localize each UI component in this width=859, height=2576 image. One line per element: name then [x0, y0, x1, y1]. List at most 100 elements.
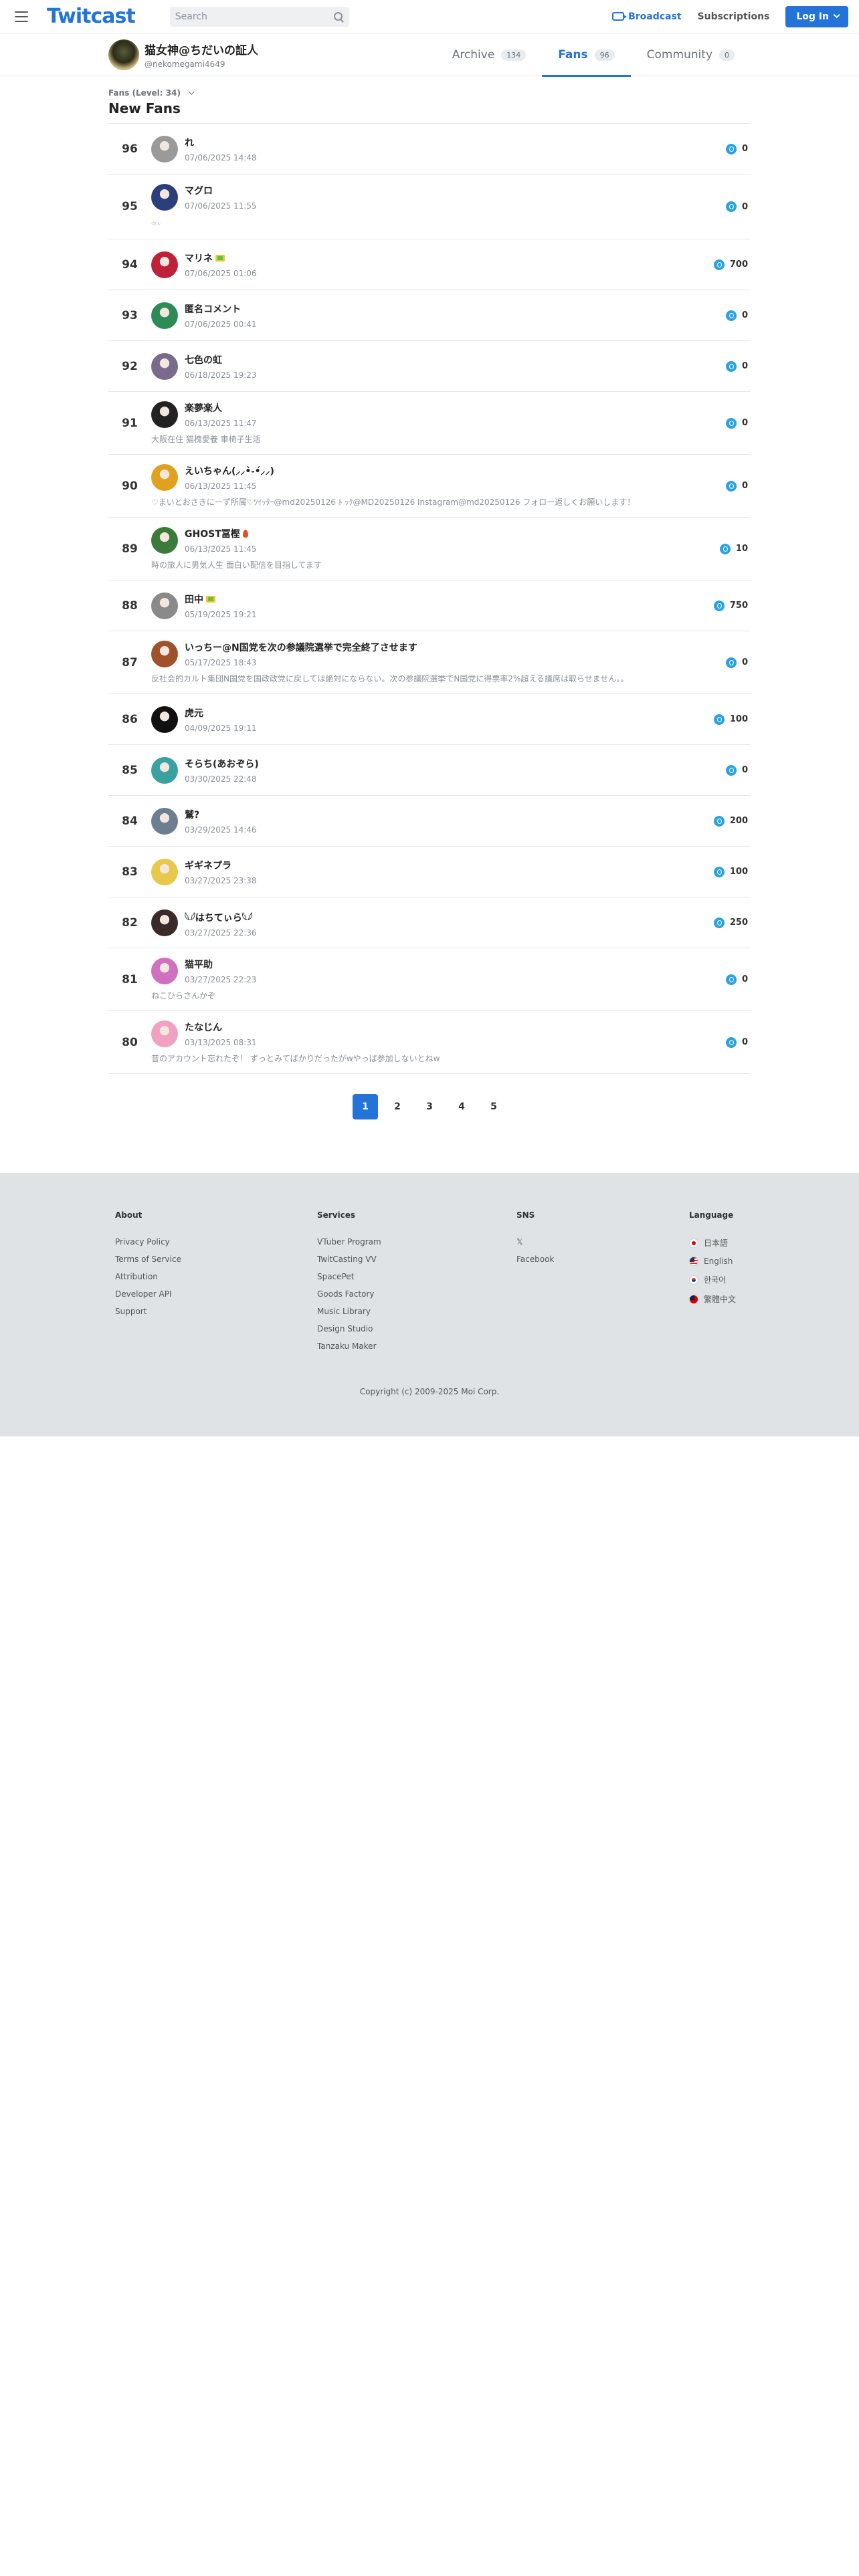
footer-about-link[interactable]: Developer API [115, 1289, 317, 1299]
fan-row: 90 えいちゃん(⸝⸝•̀֊•́⸝⸝) 06/13/2025 11:45 ♡まいとおさ… [108, 455, 751, 518]
footer-sns-link[interactable]: Facebook [516, 1255, 689, 1264]
fan-rank: 94 [122, 257, 138, 272]
language-option[interactable]: 한국어 [689, 1274, 736, 1285]
fan-name-link[interactable]: 匿名コメント [185, 302, 726, 316]
fan-avatar[interactable] [151, 641, 178, 667]
fan-avatar[interactable] [151, 527, 178, 554]
footer-about-link[interactable]: Terms of Service [115, 1255, 317, 1264]
fan-name-link[interactable]: 猫平助 [185, 958, 726, 971]
page-1-button[interactable]: 1 [353, 1094, 378, 1119]
page-4-button[interactable]: 4 [449, 1094, 474, 1119]
fan-avatar[interactable] [151, 251, 178, 278]
footer-about-link[interactable]: Attribution [115, 1272, 317, 1281]
fan-name-link[interactable]: GHOST冨樫 [185, 527, 720, 540]
footer-about-title: About [115, 1210, 142, 1220]
fan-avatar[interactable] [151, 1021, 178, 1047]
fan-row: 95 マグロ 07/06/2025 11:55 𓆛 0 [108, 175, 751, 239]
login-button[interactable]: Log In [785, 5, 848, 27]
user-name[interactable]: 猫女神@ちだいの証人 [145, 41, 258, 58]
hamburger-menu-icon[interactable] [5, 0, 37, 33]
fan-points-value: 0 [741, 201, 748, 212]
fan-name-link[interactable]: れ [185, 136, 726, 149]
fan-row: 93 匿名コメント 07/06/2025 00:41 0 [108, 290, 751, 341]
fan-avatar[interactable] [151, 706, 178, 733]
fan-name-link[interactable]: 𓆩𓆪はちてぃら𓆩𓆪 [185, 908, 714, 924]
tab-archive[interactable]: Archive 134 [436, 33, 543, 76]
fan-date: 07/06/2025 01:06 [185, 268, 257, 278]
language-label: English [704, 1257, 733, 1266]
fan-points: 0 [725, 417, 751, 429]
fan-avatar[interactable] [151, 401, 178, 428]
footer-services-link[interactable]: VTuber Program [317, 1237, 516, 1247]
fan-name-link[interactable]: 虎元 [185, 706, 714, 720]
footer-sns-link[interactable]: 𝕏 [516, 1237, 689, 1247]
footer-about-link[interactable]: Privacy Policy [115, 1237, 317, 1247]
footer-services-link[interactable]: Music Library [317, 1307, 516, 1316]
fan-comment: 昔のアカウント忘れたぞ！ ずっとみてばかりだったがwやっぱ参加しないとねw [151, 1054, 440, 1063]
subscriptions-link[interactable]: Subscriptions [698, 11, 770, 22]
fan-points: 700 [713, 259, 751, 270]
fan-name: 猫平助 [185, 960, 213, 970]
tab-fans[interactable]: Fans 96 [542, 33, 631, 77]
fan-avatar[interactable] [151, 464, 178, 491]
fan-avatar[interactable] [151, 807, 178, 835]
fan-points: 250 [713, 917, 751, 928]
fan-avatar[interactable] [151, 858, 178, 885]
tab-community[interactable]: Community 0 [631, 33, 751, 76]
page-2-button[interactable]: 2 [385, 1094, 410, 1119]
fan-name-link[interactable]: えいちゃん(⸝⸝•̀֊•́⸝⸝) [185, 464, 726, 477]
language-option[interactable]: 繁體中文 [689, 1293, 736, 1305]
footer-services: Services VTuber Program TwitCasting VV Spa… [317, 1210, 516, 1359]
coin-icon [713, 714, 725, 725]
fan-name-link[interactable]: 楽夢楽人 [185, 401, 726, 415]
fan-name-link[interactable]: たなじん [185, 1021, 726, 1034]
fan-name-link[interactable]: そらち(あおぞら) [185, 757, 726, 770]
coin-icon [725, 974, 737, 985]
language-option[interactable]: English [689, 1257, 736, 1266]
fan-name-link[interactable]: ギギネプラ [185, 859, 714, 872]
fan-rank: 83 [122, 865, 138, 879]
fan-name: 虎元 [185, 708, 203, 719]
fan-avatar[interactable] [151, 135, 178, 163]
fan-name-link[interactable]: 七色の虹 [185, 353, 726, 366]
fan-date: 06/13/2025 11:45 [185, 544, 257, 554]
twitcast-logo[interactable]: Twitcast [47, 5, 136, 28]
fan-avatar[interactable] [151, 352, 178, 380]
footer-services-link[interactable]: Tanzaku Maker [317, 1341, 516, 1351]
support-badge-icon [215, 254, 225, 261]
fan-points-value: 0 [741, 361, 748, 371]
page-3-button[interactable]: 3 [417, 1094, 442, 1119]
footer-services-link[interactable]: Goods Factory [317, 1289, 516, 1299]
broadcast-button[interactable]: Broadcast [612, 11, 682, 22]
footer-services-link[interactable]: TwitCasting VV [317, 1255, 516, 1264]
fan-name-link[interactable]: 田中 [185, 593, 714, 606]
search-input[interactable] [175, 11, 333, 22]
coin-icon [719, 543, 731, 554]
fan-avatar[interactable] [151, 909, 178, 936]
footer-services-title: Services [317, 1210, 356, 1220]
fan-avatar[interactable] [151, 756, 178, 784]
user-avatar[interactable] [108, 39, 139, 70]
fan-name-link[interactable]: 鷲? [185, 808, 714, 821]
fan-avatar[interactable] [151, 302, 178, 329]
fan-name: れ [185, 137, 194, 148]
fan-name-link[interactable]: いっちー@N国党を次の参議院選挙で完全終了させます [185, 641, 726, 654]
page-5-button[interactable]: 5 [481, 1094, 506, 1119]
coin-icon [725, 201, 737, 212]
fan-name-link[interactable]: マリネ [185, 251, 714, 265]
footer-services-link[interactable]: Design Studio [317, 1324, 516, 1333]
fan-avatar[interactable] [151, 592, 178, 619]
support-badge-icon [206, 595, 215, 603]
fan-row: 94 マリネ 07/06/2025 01:06 700 [108, 239, 751, 290]
fan-name-link[interactable]: マグロ [185, 184, 726, 197]
footer-about-link[interactable]: Support [115, 1307, 317, 1316]
footer-services-link[interactable]: SpacePet [317, 1272, 516, 1281]
fan-points-value: 0 [741, 1037, 748, 1047]
fan-avatar[interactable] [151, 958, 178, 984]
language-option[interactable]: 日本語 [689, 1237, 736, 1249]
fan-points: 0 [725, 764, 751, 776]
search-icon[interactable] [333, 11, 344, 22]
fans-level-dropdown[interactable]: Fans (Level: 34) [108, 88, 751, 98]
search-box[interactable] [169, 6, 349, 27]
fan-avatar[interactable] [151, 184, 178, 211]
